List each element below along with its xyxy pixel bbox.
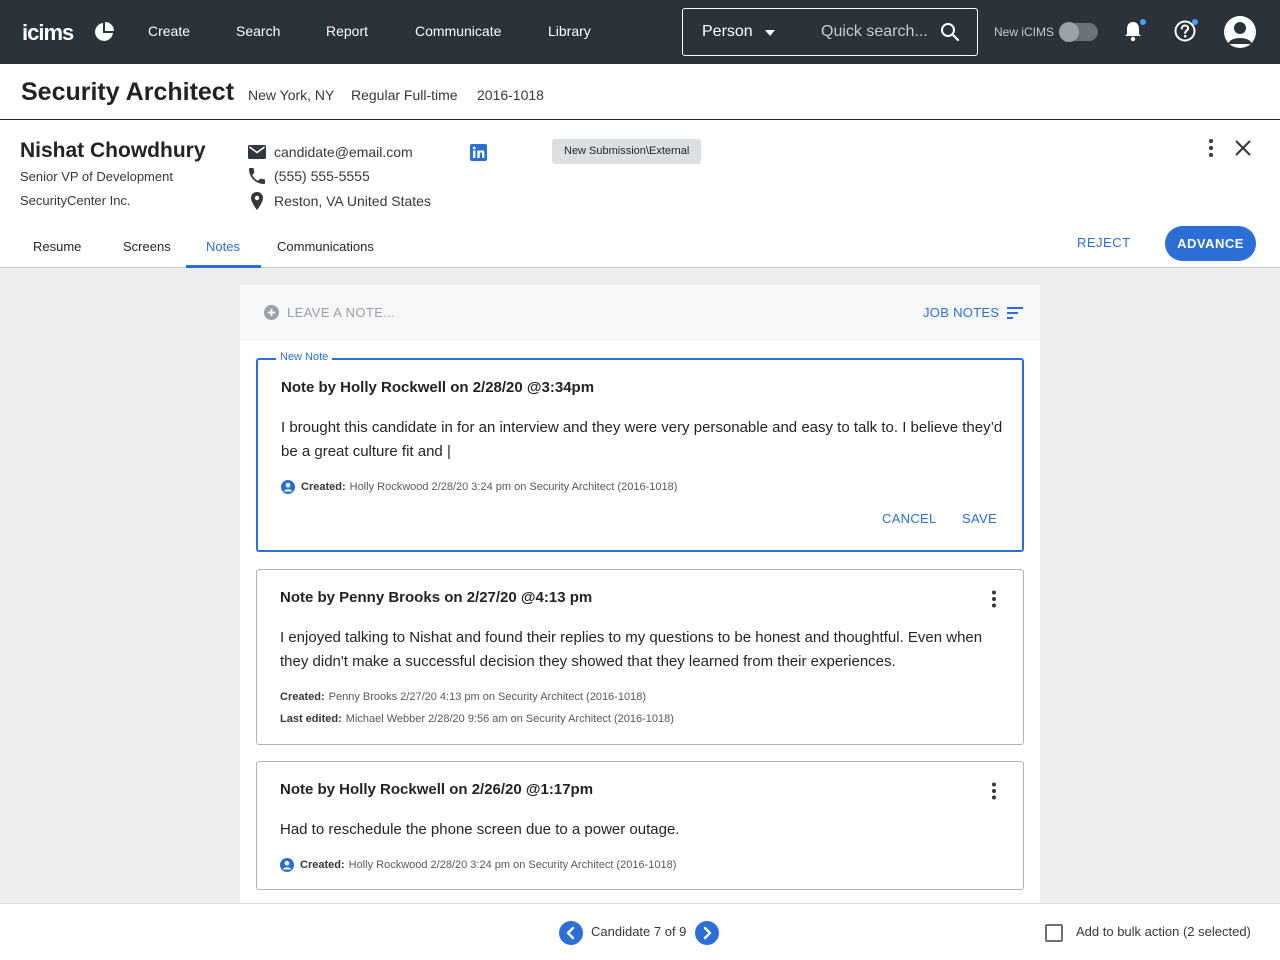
created-label: Created: <box>301 481 346 493</box>
notes-panel: LEAVE A NOTE... JOB NOTES New Note Note … <box>240 285 1040 925</box>
new-icims-label: New iCIMS <box>994 25 1055 39</box>
reject-button[interactable]: REJECT <box>1077 235 1131 250</box>
note-more-options-icon[interactable] <box>990 590 998 613</box>
note-created-meta: Created: Penny Brooks 2/27/20 4:13 pm on… <box>280 691 646 703</box>
job-title[interactable]: Security Architect <box>21 78 234 107</box>
candidate-company: SecurityCenter Inc. <box>20 193 131 208</box>
status-badge[interactable]: New Submission\External <box>552 139 702 164</box>
add-circle-icon <box>264 305 279 320</box>
leave-note-label[interactable]: LEAVE A NOTE... <box>287 305 395 320</box>
linkedin-icon[interactable] <box>470 144 487 166</box>
leave-note-button[interactable]: LEAVE A NOTE... <box>264 305 395 320</box>
note-title: Note by Holly Rockwell on 2/28/20 @3:34p… <box>281 379 595 396</box>
note-card: Note by Holly Rockwell on 2/26/20 @1:17p… <box>256 761 1024 890</box>
note-editor[interactable]: New Note Note by Holly Rockwell on 2/28/… <box>256 351 1024 552</box>
dashboard-pie-icon[interactable] <box>94 22 114 47</box>
candidate-location: Reston, VA United States <box>248 192 431 210</box>
note-body: Had to reschedule the phone screen due t… <box>280 821 680 838</box>
top-navigation-bar: icims Create Search Report Communicate L… <box>0 0 1280 64</box>
edited-text: Michael Webber 2/28/20 9:56 am on Securi… <box>345 713 674 725</box>
toggle-knob <box>1059 22 1079 42</box>
previous-candidate-button[interactable] <box>559 921 583 945</box>
job-notes-label[interactable]: JOB NOTES <box>923 305 999 320</box>
search-type-select[interactable]: Person <box>702 23 753 41</box>
quick-search-input[interactable] <box>821 19 931 45</box>
filter-list-icon <box>1007 306 1024 319</box>
candidate-position: Senior VP of Development <box>20 169 173 184</box>
new-note-legend: New Note <box>276 351 333 363</box>
job-notes-filter[interactable]: JOB NOTES <box>923 305 1024 320</box>
note-edited-meta: Last edited: Michael Webber 2/28/20 9:56… <box>280 713 674 725</box>
nav-library[interactable]: Library <box>548 23 591 39</box>
note-body: I enjoyed talking to Nishat and found th… <box>280 629 983 670</box>
chevron-down-icon[interactable] <box>765 30 775 36</box>
job-header: Security Architect New York, NY Regular … <box>0 64 1280 120</box>
save-button[interactable]: SAVE <box>962 511 997 526</box>
notification-dot <box>1140 19 1146 25</box>
chevron-left-icon <box>566 926 575 940</box>
user-circle-icon <box>281 480 295 494</box>
job-id: 2016-1018 <box>477 87 544 103</box>
icims-logo[interactable]: icims <box>22 20 74 46</box>
tab-resume[interactable]: Resume <box>33 239 81 254</box>
location-pin-icon <box>251 192 263 210</box>
chevron-right-icon <box>703 926 712 940</box>
more-options-icon[interactable] <box>1203 138 1219 163</box>
candidate-name: Nishat Chowdhury <box>20 139 206 162</box>
created-label: Created: <box>280 691 325 703</box>
job-location: New York, NY <box>248 87 335 103</box>
new-icims-toggle[interactable] <box>1059 22 1098 42</box>
bulk-action-label[interactable]: Add to bulk action (2 selected) <box>1076 924 1251 939</box>
cancel-button[interactable]: CANCEL <box>882 511 937 526</box>
created-label: Created: <box>300 859 345 871</box>
candidate-phone[interactable]: (555) 555-5555 <box>248 168 370 184</box>
nav-communicate[interactable]: Communicate <box>415 23 501 39</box>
email-icon <box>248 145 266 159</box>
close-icon[interactable] <box>1234 139 1252 162</box>
note-created-meta: Created: Holly Rockwood 2/28/20 3:24 pm … <box>280 858 676 872</box>
edited-label: Last edited: <box>280 713 342 725</box>
tab-communications[interactable]: Communications <box>277 239 374 254</box>
note-more-options-icon[interactable] <box>990 782 998 805</box>
candidate-pager-text: Candidate 7 of 9 <box>591 924 687 939</box>
nav-create[interactable]: Create <box>148 23 190 39</box>
note-body-input[interactable]: I brought this candidate in for an inter… <box>281 416 1011 464</box>
job-type: Regular Full-time <box>351 87 458 103</box>
note-title: Note by Holly Rockwell on 2/26/20 @1:17p… <box>280 781 594 798</box>
nav-report[interactable]: Report <box>326 23 368 39</box>
phone-text[interactable]: (555) 555-5555 <box>274 168 370 184</box>
created-text: Holly Rockwood 2/28/20 3:24 pm on Securi… <box>349 481 678 493</box>
notes-toolbar: LEAVE A NOTE... JOB NOTES <box>240 285 1040 341</box>
created-text: Penny Brooks 2/27/20 4:13 pm on Security… <box>328 691 646 703</box>
bulk-action-checkbox[interactable] <box>1045 924 1063 942</box>
candidate-header: Nishat Chowdhury Senior VP of Developmen… <box>0 120 1280 268</box>
help-dot <box>1192 19 1198 25</box>
footer-bar: Candidate 7 of 9 Add to bulk action (2 s… <box>0 903 1280 960</box>
user-avatar[interactable] <box>1224 16 1256 48</box>
candidate-email[interactable]: candidate@email.com <box>248 144 413 160</box>
email-text[interactable]: candidate@email.com <box>274 144 413 160</box>
location-text: Reston, VA United States <box>274 193 431 209</box>
tab-notes[interactable]: Notes <box>206 239 240 254</box>
created-text: Holly Rockwood 2/28/20 3:24 pm on Securi… <box>348 859 677 871</box>
phone-icon <box>249 168 265 184</box>
search-icon[interactable] <box>940 22 960 47</box>
user-circle-icon <box>280 858 294 872</box>
quick-search-box: Person <box>682 8 978 56</box>
next-candidate-button[interactable] <box>695 921 719 945</box>
active-tab-indicator <box>186 265 261 268</box>
note-title: Note by Penny Brooks on 2/27/20 @4:13 pm <box>280 589 593 606</box>
note-card: Note by Penny Brooks on 2/27/20 @4:13 pm… <box>256 569 1024 745</box>
nav-search[interactable]: Search <box>236 23 280 39</box>
tab-screens[interactable]: Screens <box>123 239 171 254</box>
advance-button[interactable]: ADVANCE <box>1165 226 1256 261</box>
note-created-meta: Created: Holly Rockwood 2/28/20 3:24 pm … <box>281 480 677 494</box>
